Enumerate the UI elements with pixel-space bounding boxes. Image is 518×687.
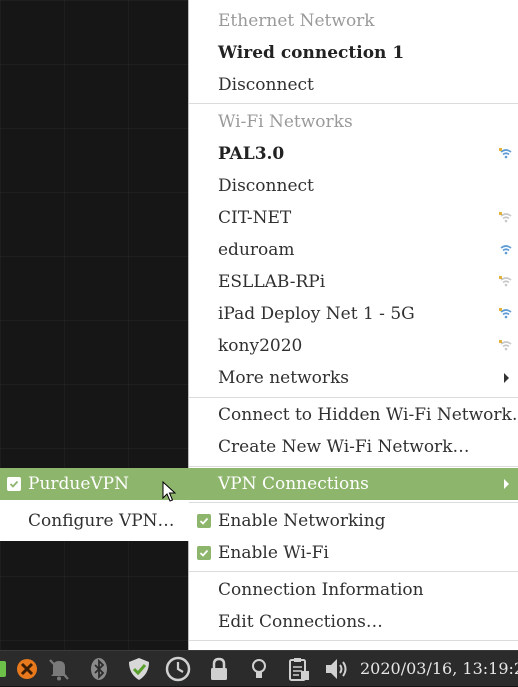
wifi-disconnect-item[interactable]: Disconnect — [189, 170, 518, 202]
separator — [189, 103, 518, 104]
create-wifi-network-item[interactable]: Create New Wi-Fi Network… — [189, 431, 518, 463]
wifi-network-item[interactable]: eduroam — [189, 234, 518, 266]
vpn-connections-item[interactable]: VPN Connections — [189, 468, 518, 500]
network-icon[interactable] — [0, 655, 8, 683]
wifi-signal-icon — [499, 212, 512, 223]
enable-wifi-label: Enable Wi-Fi — [218, 543, 329, 563]
wifi-network-item[interactable]: iPad Deploy Net 1 - 5G — [189, 298, 518, 330]
wifi-network-item[interactable]: kony2020 — [189, 330, 518, 362]
enable-wifi-item[interactable]: Enable Wi-Fi — [189, 537, 518, 569]
checkbox-checked-icon[interactable] — [7, 477, 21, 491]
vpn-item-purdue[interactable]: PurdueVPN — [0, 468, 189, 500]
wifi-signal-icon — [499, 340, 512, 351]
submenu-arrow-icon — [504, 479, 509, 489]
wifi-network-name: CIT-NET — [218, 208, 292, 228]
clock-display[interactable]: 2020/03/16, 13:19:22 — [360, 651, 518, 687]
wifi-connected-item[interactable]: PAL3.0 — [189, 138, 518, 170]
network-menu: Ethernet Network Wired connection 1 Disc… — [188, 0, 518, 650]
connect-hidden-network-item[interactable]: Connect to Hidden Wi-Fi Network… — [189, 399, 518, 431]
separator — [189, 466, 518, 467]
wifi-network-name: iPad Deploy Net 1 - 5G — [218, 304, 415, 324]
wifi-network-name: ESLLAB-RPi — [218, 272, 326, 292]
notifications-muted-icon[interactable] — [45, 655, 73, 683]
shield-check-icon[interactable] — [125, 655, 153, 683]
enable-networking-label: Enable Networking — [218, 511, 386, 531]
vpn-submenu: PurdueVPN Configure VPN… — [0, 468, 189, 541]
ethernet-disconnect-item[interactable]: Disconnect — [189, 69, 518, 101]
wifi-network-name: kony2020 — [218, 336, 303, 356]
wifi-signal-icon — [499, 276, 512, 287]
clipboard-icon[interactable] — [285, 655, 313, 683]
wifi-signal-icon — [499, 308, 512, 319]
separator — [189, 502, 518, 503]
bluetooth-icon[interactable] — [85, 655, 113, 683]
enable-networking-item[interactable]: Enable Networking — [189, 505, 518, 537]
lock-icon[interactable] — [205, 655, 233, 683]
connection-information-item[interactable]: Connection Information — [189, 574, 518, 606]
warning-icon[interactable] — [13, 655, 41, 683]
submenu-arrow-icon — [504, 373, 509, 383]
wifi-network-item[interactable]: ESLLAB-RPi — [189, 266, 518, 298]
vpn-item-label: PurdueVPN — [28, 474, 129, 494]
more-networks-item[interactable]: More networks — [189, 362, 518, 394]
separator — [189, 397, 518, 398]
taskbar: 2020/03/16, 13:19:22 — [0, 650, 518, 686]
wifi-network-name: PAL3.0 — [218, 144, 285, 164]
wifi-network-item[interactable]: CIT-NET — [189, 202, 518, 234]
volume-icon[interactable] — [323, 655, 351, 683]
vpn-connections-label: VPN Connections — [218, 474, 369, 494]
more-networks-label: More networks — [218, 368, 350, 388]
clock-icon[interactable] — [164, 655, 192, 683]
configure-vpn-item[interactable]: Configure VPN… — [0, 505, 189, 537]
bulb-icon[interactable] — [245, 655, 273, 683]
wifi-network-name: eduroam — [218, 240, 295, 260]
checkbox-checked-icon[interactable] — [197, 514, 211, 528]
separator — [189, 571, 518, 572]
ethernet-header: Ethernet Network — [218, 11, 375, 31]
separator — [189, 640, 518, 641]
mouse-cursor-icon — [162, 481, 176, 502]
wired-connection-item[interactable]: Wired connection 1 — [189, 37, 518, 69]
wifi-signal-icon — [499, 148, 512, 159]
edit-connections-item[interactable]: Edit Connections… — [189, 606, 518, 638]
checkbox-checked-icon[interactable] — [197, 546, 211, 560]
wifi-signal-icon — [500, 245, 512, 255]
wifi-header: Wi-Fi Networks — [218, 112, 353, 132]
